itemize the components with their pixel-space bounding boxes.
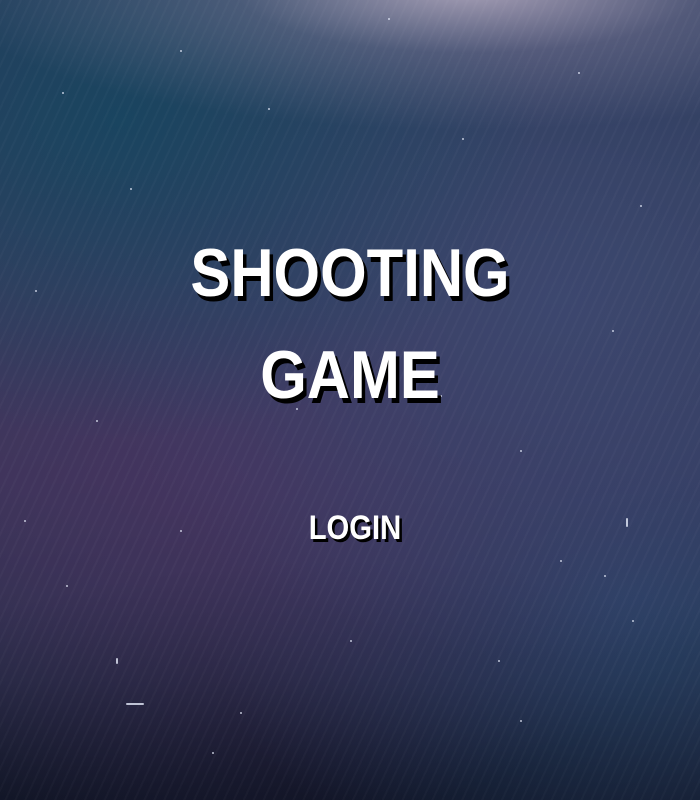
star <box>126 703 144 705</box>
star <box>626 518 628 527</box>
star <box>388 18 390 20</box>
star <box>180 50 182 52</box>
star <box>640 205 642 207</box>
game-title-line-1: SHOOTING <box>190 235 510 311</box>
star <box>520 720 522 722</box>
star <box>604 575 606 577</box>
star <box>116 658 118 664</box>
star <box>35 290 37 292</box>
star <box>632 620 634 622</box>
star <box>268 108 270 110</box>
login-button[interactable]: LOGIN <box>308 505 403 551</box>
star <box>66 585 68 587</box>
star <box>180 530 182 532</box>
star <box>560 560 562 562</box>
game-title-screen: SHOOTING GAME LOGIN <box>0 0 700 800</box>
star <box>498 660 500 662</box>
game-title: SHOOTING GAME <box>42 222 658 426</box>
star <box>130 188 132 190</box>
star <box>462 138 464 140</box>
star <box>520 450 522 452</box>
star <box>240 712 242 714</box>
star <box>62 92 64 94</box>
star <box>578 72 580 74</box>
star <box>24 520 26 522</box>
star <box>350 640 352 642</box>
star <box>212 752 214 754</box>
game-title-line-2: GAME <box>260 337 440 413</box>
